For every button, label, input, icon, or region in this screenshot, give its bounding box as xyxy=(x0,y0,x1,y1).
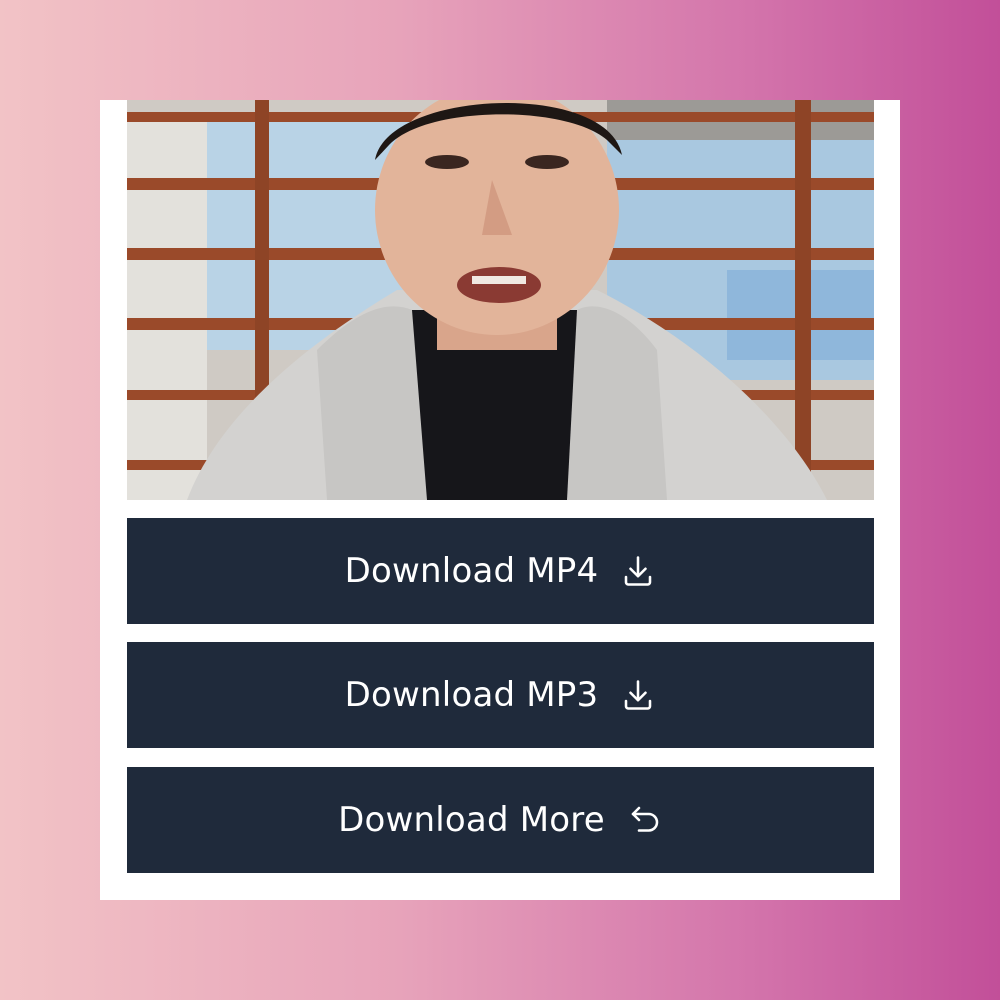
download-mp3-button[interactable]: Download MP3 xyxy=(127,642,874,748)
download-mp3-label: Download MP3 xyxy=(344,675,599,715)
download-more-label: Download More xyxy=(338,800,605,840)
download-more-button[interactable]: Download More xyxy=(127,767,874,873)
download-icon xyxy=(620,553,656,589)
download-card: Download MP4 Download MP3 Download More xyxy=(100,100,900,900)
download-mp4-button[interactable]: Download MP4 xyxy=(127,518,874,624)
undo-arrow-icon xyxy=(627,802,663,838)
page-background: { "buttons": { "mp4": { "label": "Downlo… xyxy=(0,0,1000,1000)
video-thumbnail[interactable] xyxy=(127,100,874,500)
download-mp4-label: Download MP4 xyxy=(344,551,599,591)
video-thumbnail-image xyxy=(127,100,874,500)
download-icon xyxy=(620,677,656,713)
